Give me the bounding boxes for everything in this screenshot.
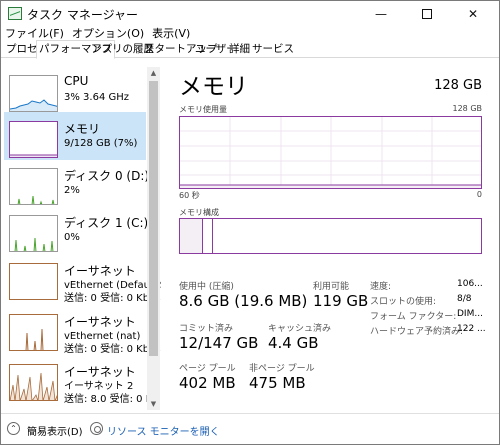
- resource-cpu[interactable]: CPU 3% 3.64 GHz: [4, 66, 146, 114]
- memory-detail-panel: メモリ 128 GB メモリ使用量 128 GB 60 秒 0 メモリ構成 使用…: [161, 59, 499, 411]
- scroll-up-arrow-icon[interactable]: ▲: [147, 67, 160, 79]
- cached-value: 4.4 GB: [268, 334, 319, 352]
- in-use-value: 8.6 GB (19.6 MB): [179, 292, 308, 310]
- slots-used-value: 8/8: [457, 294, 472, 304]
- memory-composition-bar: [179, 218, 482, 254]
- speed-label: 速度:: [370, 282, 392, 292]
- menu-bar: ファイル(F) オプション(O) 表示(V): [1, 25, 194, 40]
- ethernet-1-thumbnail-graph: [9, 263, 58, 300]
- menu-file[interactable]: ファイル(F): [1, 25, 68, 40]
- resource-ethernet-2-adapter: vEthernet (nat): [64, 331, 141, 342]
- composition-in-use: [180, 219, 203, 253]
- task-manager-window: タスク マネージャー — ✕ ファイル(F) オプション(O) 表示(V) プロ…: [0, 0, 500, 445]
- resource-ethernet-default-switch[interactable]: イーサネット vEthernet (Default Sw 送信: 0 受信: 0…: [4, 254, 161, 304]
- resource-disk-0[interactable]: ディスク 0 (D:) 2%: [4, 159, 150, 207]
- menu-view[interactable]: 表示(V): [148, 25, 194, 40]
- close-button[interactable]: ✕: [450, 1, 496, 27]
- graph-axis-right: 0: [476, 190, 482, 199]
- disk-1-sparkline: [14, 237, 54, 251]
- open-resource-monitor-link[interactable]: リソース モニターを開く: [107, 423, 220, 438]
- resource-disk-1-detail: 0%: [64, 232, 80, 243]
- ethernet-2-thumbnail-graph: [9, 314, 58, 351]
- form-factor-value: DIM...: [457, 309, 483, 319]
- resource-ethernet-nat[interactable]: イーサネット vEthernet (nat) 送信: 0 受信: 0 Kbps: [4, 305, 161, 355]
- available-value: 119 GB: [313, 292, 369, 310]
- disk-0-sparkline: [17, 195, 55, 204]
- tab-services[interactable]: サービス: [250, 41, 296, 58]
- tab-strip: プロセス パフォーマンス アプリの履歴 スタートアップ ユーザー 詳細 サービス: [1, 40, 499, 59]
- ethernet-1-sparkline: [10, 264, 58, 300]
- ethernet-2-sparkline: [25, 328, 44, 350]
- resource-disk-0-name: ディスク 0 (D:): [64, 169, 150, 183]
- resource-cpu-detail: 3% 3.64 GHz: [64, 92, 130, 103]
- form-factor-label: フォーム ファクター:: [370, 312, 457, 322]
- speed-value: 106...: [457, 279, 483, 289]
- resource-ethernet-3-name: イーサネット: [64, 365, 136, 379]
- scrollbar-thumb[interactable]: [149, 81, 158, 356]
- resource-list-scrollbar[interactable]: ▲ ▼: [147, 67, 160, 410]
- resource-memory-name: メモリ: [64, 122, 101, 136]
- resource-disk-0-detail: 2%: [64, 185, 80, 196]
- cached-label: キャッシュ済み: [268, 324, 332, 334]
- graph-axis-left: 60 秒: [179, 191, 200, 200]
- resource-ethernet-3-throughput: 送信: 8.0 受信: 0 Kb: [64, 394, 159, 405]
- footer-bar: ⌃ 簡易表示(D) リソース モニターを開く: [1, 413, 499, 444]
- total-memory: 128 GB: [434, 78, 482, 93]
- resource-memory-detail: 9/128 GB (7%): [64, 138, 138, 149]
- paged-pool-label: ページ プール: [179, 364, 236, 374]
- resource-cpu-name: CPU: [64, 74, 89, 88]
- memory-usage-graph: [179, 116, 482, 189]
- resource-list: CPU 3% 3.64 GHz メモリ 9/128 GB (7%) ディスク 0…: [1, 59, 161, 411]
- committed-value: 12/147 GB: [179, 334, 259, 352]
- resource-ethernet-2-name: イーサネット: [64, 315, 136, 329]
- resource-memory[interactable]: メモリ 9/128 GB (7%): [4, 112, 146, 160]
- fewer-details-link[interactable]: 簡易表示(D): [27, 423, 83, 438]
- composition-modified: [203, 219, 213, 253]
- chevron-up-icon[interactable]: ⌃: [7, 422, 20, 435]
- page-title: メモリ: [179, 74, 248, 100]
- committed-label: コミット済み: [179, 324, 234, 334]
- cpu-thumbnail-graph: [9, 75, 58, 112]
- paged-pool-value: 402 MB: [179, 374, 236, 392]
- memory-sparkline: [10, 154, 57, 157]
- memory-usage-graph-svg: [180, 117, 481, 188]
- tab-details[interactable]: 詳細: [227, 41, 252, 58]
- resource-ethernet-3-adapter: イーサネット 2: [64, 381, 134, 392]
- disk-0-thumbnail-graph: [9, 168, 58, 205]
- cpu-sparkline: [10, 99, 57, 111]
- usage-graph-label: メモリ使用量: [179, 105, 227, 114]
- maximize-button[interactable]: [404, 1, 450, 27]
- memory-thumbnail-graph: [9, 121, 58, 158]
- composition-label: メモリ構成: [179, 208, 219, 217]
- nonpaged-pool-value: 475 MB: [249, 374, 306, 392]
- resource-disk-1[interactable]: ディスク 1 (C:) 0%: [4, 206, 149, 254]
- ethernet-3-thumbnail-graph: [9, 364, 58, 401]
- resource-ethernet-1-name: イーサネット: [64, 264, 136, 278]
- hardware-reserved-value: 122 ...: [457, 324, 486, 334]
- window-title: タスク マネージャー: [27, 8, 138, 22]
- resource-disk-1-name: ディスク 1 (C:): [64, 216, 149, 230]
- usage-graph-max: 128 GB: [452, 104, 483, 113]
- in-use-label: 使用中 (圧縮): [179, 282, 234, 292]
- resource-ethernet-2[interactable]: イーサネット イーサネット 2 送信: 8.0 受信: 0 Kb: [4, 355, 159, 405]
- ethernet-3-sparkline: [10, 372, 57, 400]
- disk-1-thumbnail-graph: [9, 215, 58, 252]
- slots-used-label: スロットの使用:: [370, 297, 437, 307]
- resource-monitor-icon[interactable]: [90, 422, 103, 435]
- hardware-reserved-label: ハードウェア予約済み:: [370, 327, 464, 337]
- nonpaged-pool-label: 非ページ プール: [249, 364, 315, 374]
- title-bar: タスク マネージャー — ✕: [1, 1, 499, 27]
- available-label: 利用可能: [313, 282, 350, 292]
- minimize-button[interactable]: —: [358, 1, 404, 27]
- scroll-down-arrow-icon[interactable]: ▼: [147, 398, 160, 410]
- menu-options[interactable]: オプション(O): [68, 25, 148, 40]
- task-manager-app-icon: [8, 7, 22, 20]
- maximize-icon: [422, 9, 432, 19]
